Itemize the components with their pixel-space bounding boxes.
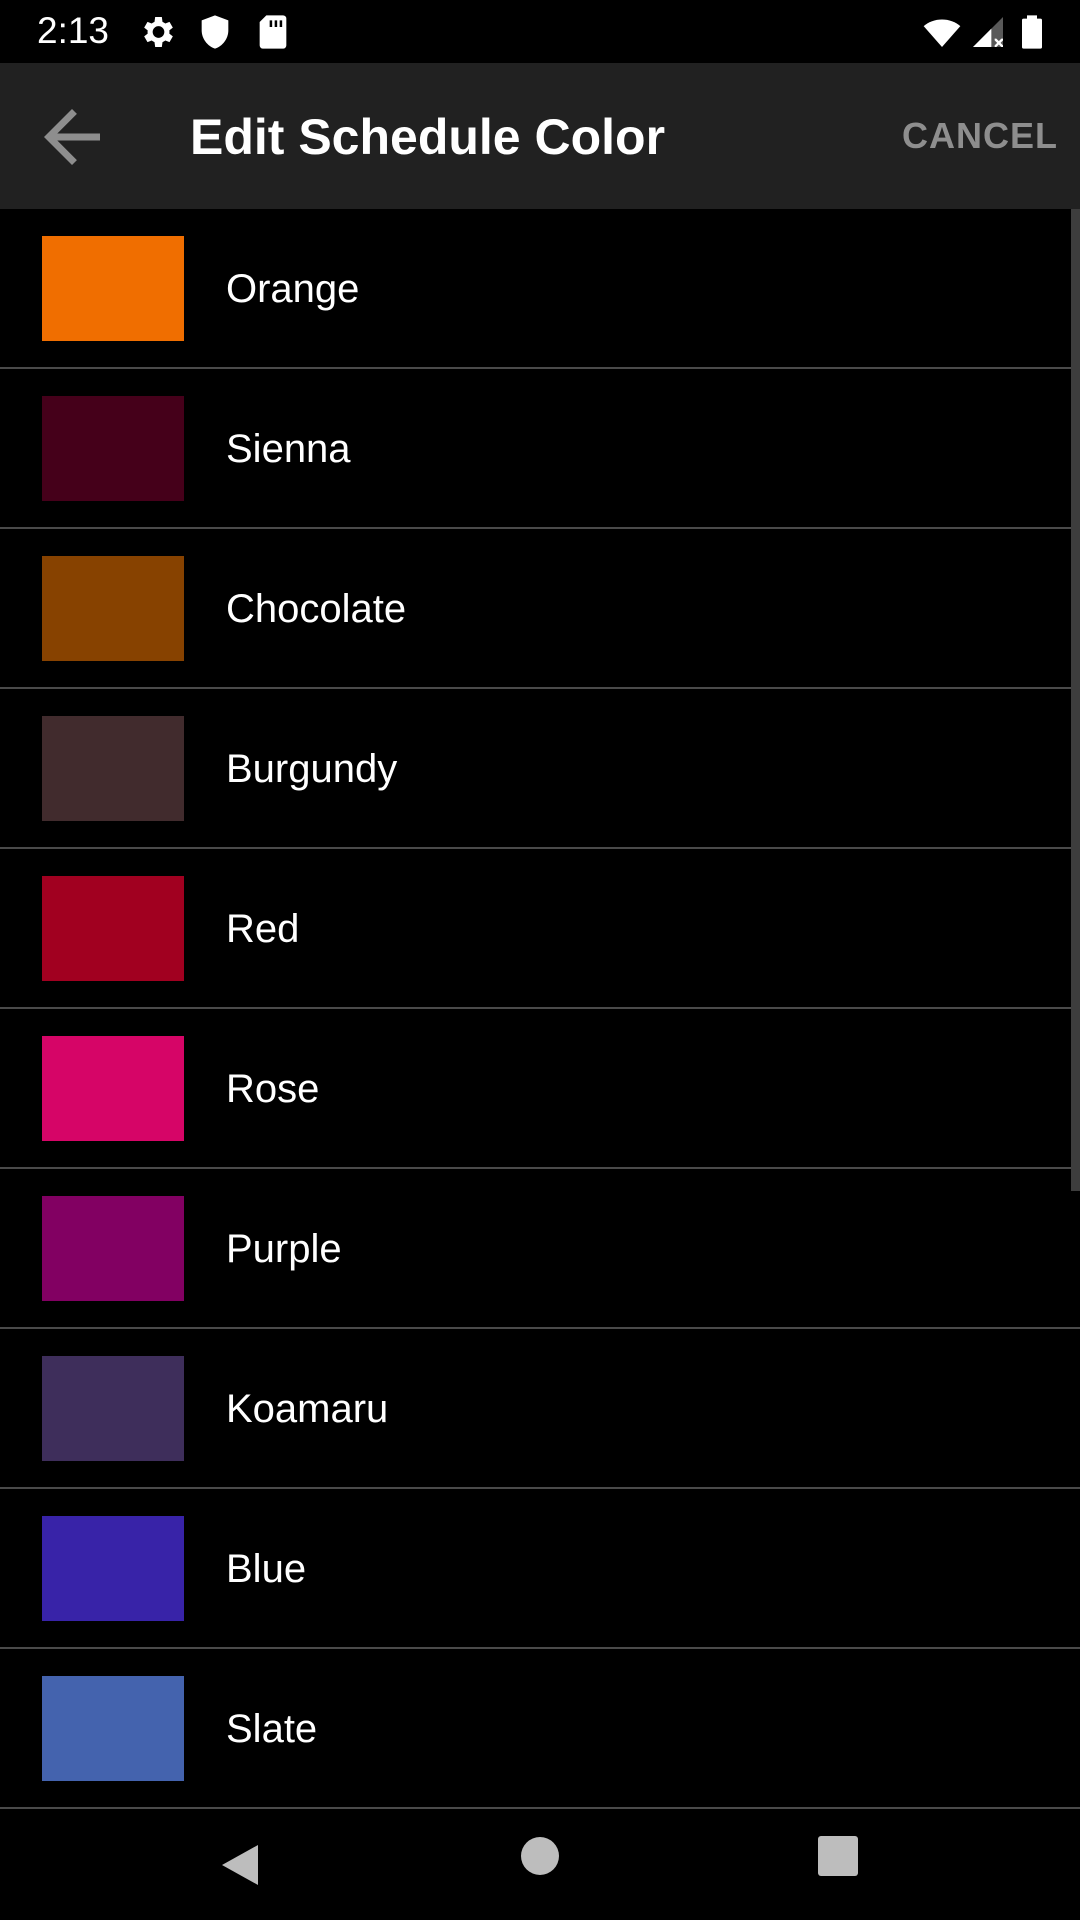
color-option[interactable]: Orange	[0, 209, 1080, 369]
color-option[interactable]: Chocolate	[0, 529, 1080, 689]
color-swatch	[42, 876, 184, 981]
battery-icon	[1022, 15, 1042, 49]
color-option[interactable]: Sienna	[0, 369, 1080, 529]
color-name: Chocolate	[226, 587, 407, 631]
status-time: 2:13	[37, 10, 110, 51]
nav-recents-icon[interactable]	[778, 1809, 898, 1920]
color-name: Burgundy	[226, 747, 398, 791]
color-swatch	[42, 1196, 184, 1301]
color-option[interactable]: Koamaru	[0, 1329, 1080, 1489]
color-swatch	[42, 236, 184, 341]
nav-home-icon[interactable]	[480, 1809, 600, 1920]
page-title: Edit Schedule Color	[190, 109, 666, 165]
color-swatch	[42, 1036, 184, 1141]
color-option[interactable]: Burgundy	[0, 689, 1080, 849]
color-name: Orange	[226, 267, 360, 311]
color-name: Purple	[226, 1227, 342, 1271]
nav-back-icon[interactable]	[180, 1809, 300, 1920]
color-swatch	[42, 716, 184, 821]
signal-icon	[973, 17, 1003, 47]
color-name: Sienna	[226, 427, 351, 471]
status-bar: 2:13	[0, 0, 1080, 63]
arrow-back-icon[interactable]	[30, 95, 114, 179]
color-name: Slate	[226, 1707, 318, 1751]
scrollbar[interactable]	[1071, 209, 1080, 1191]
color-name: Blue	[226, 1547, 307, 1591]
color-swatch	[42, 1516, 184, 1621]
sd-card-icon	[259, 15, 287, 49]
color-swatch	[42, 396, 184, 501]
color-option[interactable]: Slate	[0, 1649, 1080, 1809]
color-swatch	[42, 1356, 184, 1461]
color-option[interactable]: Rose	[0, 1009, 1080, 1169]
color-swatch	[42, 556, 184, 661]
color-option[interactable]: Red	[0, 849, 1080, 1009]
color-option[interactable]: Blue	[0, 1489, 1080, 1649]
color-swatch	[42, 1676, 184, 1781]
settings-icon	[144, 17, 173, 47]
color-name: Koamaru	[226, 1387, 389, 1431]
color-option[interactable]: Purple	[0, 1169, 1080, 1329]
app-bar: Edit Schedule Color CANCEL	[0, 63, 1080, 209]
wifi-icon	[923, 19, 961, 47]
color-name: Rose	[226, 1067, 320, 1111]
shield-icon	[201, 15, 229, 49]
color-name: Red	[226, 907, 300, 951]
cancel-button[interactable]: CANCEL	[902, 111, 1058, 161]
nav-bar	[0, 1809, 1080, 1920]
color-list: Orange Sienna Chocolate Burgundy Red Ros…	[0, 209, 1080, 1809]
